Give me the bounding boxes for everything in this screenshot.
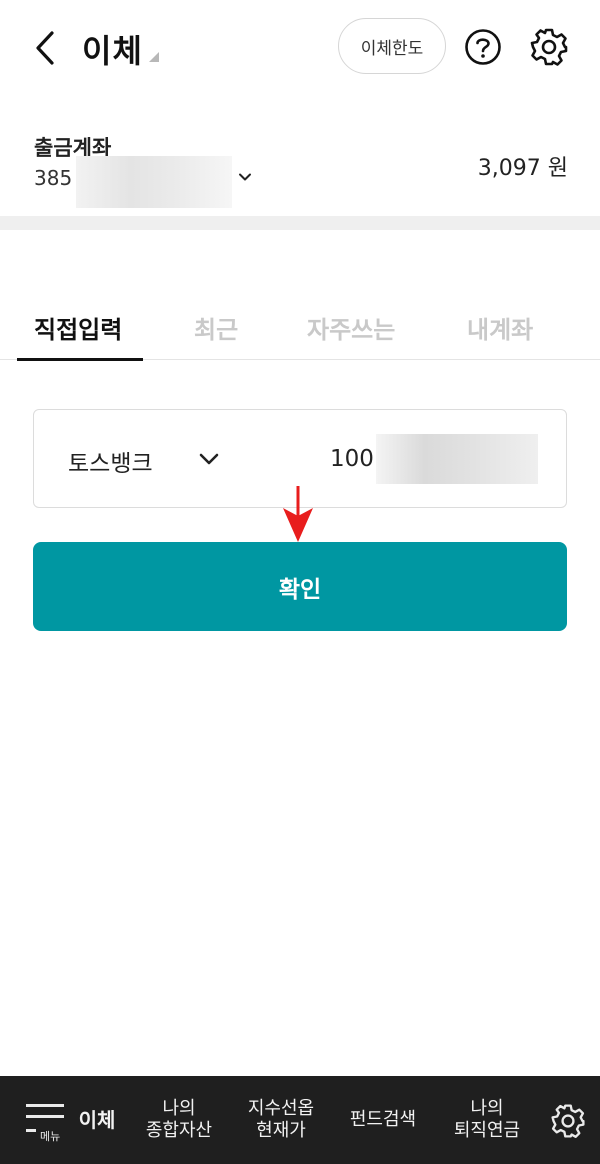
app-header: 이체 이체한도 <box>0 0 600 96</box>
bank-select[interactable]: 토스뱅크 <box>68 444 153 478</box>
account-number-redaction <box>376 434 538 484</box>
gear-icon <box>530 28 568 66</box>
tab-direct-input[interactable]: 직접입력 <box>34 310 122 345</box>
withdrawal-account-number: 385 <box>34 166 73 190</box>
back-button[interactable] <box>28 28 62 68</box>
hamburger-icon <box>26 1104 64 1107</box>
hamburger-line <box>26 1129 36 1132</box>
withdrawal-account-section[interactable]: 출금계좌 385 3,097 원 <box>0 120 600 216</box>
arrow-down-icon <box>283 486 313 542</box>
nav-item-fund-search[interactable]: 펀드검색 <box>338 1076 428 1164</box>
gear-icon[interactable] <box>549 1102 587 1140</box>
account-number-redaction <box>76 156 232 208</box>
bottom-navigation: 메뉴 이체 나의 종합자산 지수선옵 현재가 펀드검색 나의 퇴직연금 <box>0 1076 600 1164</box>
active-tab-indicator <box>17 357 143 361</box>
nav-item-my-pension[interactable]: 나의 퇴직연금 <box>440 1076 534 1164</box>
recipient-account-input[interactable]: 100 <box>330 446 374 472</box>
settings-button[interactable] <box>528 26 570 68</box>
chevron-down-icon[interactable] <box>198 448 220 470</box>
title-caret-icon <box>149 52 159 62</box>
tab-my-accounts[interactable]: 내계좌 <box>467 310 533 345</box>
nav-item-index-options[interactable]: 지수선옵 현재가 <box>236 1076 326 1164</box>
nav-item-my-assets[interactable]: 나의 종합자산 <box>134 1076 224 1164</box>
confirm-button[interactable]: 확인 <box>33 542 567 631</box>
transfer-limit-button[interactable]: 이체한도 <box>338 18 446 74</box>
help-button[interactable] <box>464 28 502 66</box>
page-title: 이체 <box>82 32 143 70</box>
tab-frequent[interactable]: 자주쓰는 <box>307 310 395 345</box>
recipient-tabs: 직접입력 최근 자주쓰는 내계좌 <box>0 300 600 361</box>
menu-label: 메뉴 <box>40 1130 61 1143</box>
chevron-left-icon <box>36 31 54 65</box>
section-divider <box>0 216 600 230</box>
hamburger-line <box>26 1115 64 1118</box>
chevron-down-icon[interactable] <box>238 170 252 184</box>
menu-button[interactable]: 메뉴 <box>26 1102 68 1146</box>
question-circle-icon <box>465 29 501 65</box>
nav-item-transfer[interactable]: 이체 <box>72 1076 122 1164</box>
account-balance: 3,097 원 <box>477 156 568 181</box>
tab-recent[interactable]: 최근 <box>194 310 238 345</box>
